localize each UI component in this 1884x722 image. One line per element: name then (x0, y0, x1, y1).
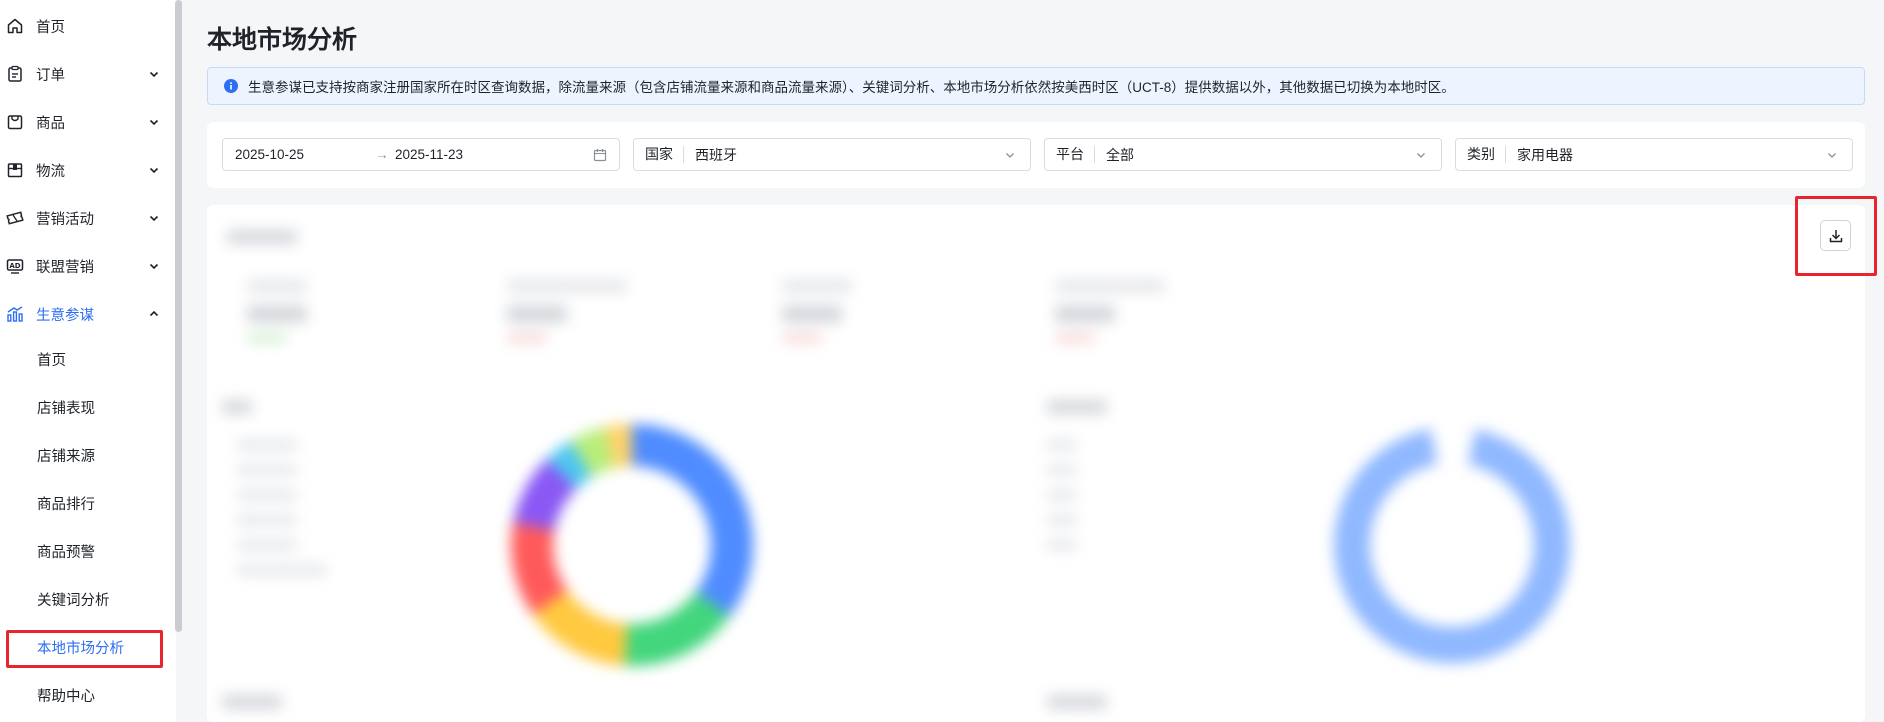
blurred-ring-chart (1334, 427, 1570, 663)
blurred-metric-trend (507, 335, 547, 341)
date-start: 2025-10-25 (235, 147, 305, 162)
sub-item-store-performance[interactable]: 店铺表现 (37, 391, 95, 427)
chevron-down-icon (148, 164, 160, 176)
blurred-legend (1047, 490, 1077, 500)
blurred-metric-trend (782, 335, 822, 341)
nav-label: 首页 (36, 19, 65, 36)
blurred-legend (1047, 515, 1077, 525)
current-item-highlight-box (6, 630, 163, 668)
nav-item-home[interactable]: 首页 (0, 6, 168, 46)
blurred-metric-label (1055, 280, 1165, 292)
blurred-legend (237, 440, 297, 450)
bar-chart-icon (6, 305, 24, 323)
blurred-report-area (207, 205, 1865, 722)
sub-item-product-ranking[interactable]: 商品排行 (37, 487, 95, 523)
nav-label: 物流 (36, 163, 65, 180)
notice-text: 生意参谋已支持按商家注册国家所在时区查询数据，除流量来源（包含店铺流量来源和商品… (248, 80, 1455, 95)
sub-item-store-sources[interactable]: 店铺来源 (37, 439, 95, 475)
chevron-up-icon (148, 308, 160, 320)
nav-item-marketing[interactable]: 营销活动 (0, 198, 168, 238)
nav-item-affiliate[interactable]: AD 联盟营销 (0, 246, 168, 286)
blurred-metric-trend (1055, 335, 1095, 341)
blurred-chart-title (1047, 400, 1107, 414)
logistics-box-icon (6, 161, 24, 179)
home-icon (6, 17, 24, 35)
sub-item-keyword-analysis[interactable]: 关键词分析 (37, 583, 110, 619)
chevron-down-icon (148, 212, 160, 224)
product-bag-icon (6, 113, 24, 131)
country-select[interactable]: 国家 西班牙 (633, 138, 1031, 171)
nav-label: 商品 (36, 115, 65, 132)
nav-item-logistics[interactable]: 物流 (0, 150, 168, 190)
svg-text:AD: AD (9, 262, 20, 270)
platform-select[interactable]: 平台 全部 (1044, 138, 1442, 171)
platform-value: 全部 (1106, 146, 1134, 163)
blurred-metric-label (247, 280, 307, 292)
ticket-icon (6, 209, 24, 227)
country-value: 西班牙 (695, 146, 737, 163)
sub-item-product-alerts[interactable]: 商品预警 (37, 535, 95, 571)
sub-item-help-center[interactable]: 帮助中心 (37, 679, 95, 715)
date-range-picker[interactable]: 2025-10-25 → 2025-11-23 (222, 138, 620, 171)
blurred-metric-label (507, 280, 627, 292)
blurred-chart-title (222, 695, 282, 709)
info-icon (224, 79, 238, 93)
chevron-down-icon (148, 260, 160, 272)
timezone-notice: 生意参谋已支持按商家注册国家所在时区查询数据，除流量来源（包含店铺流量来源和商品… (207, 67, 1865, 105)
ad-icon: AD (6, 257, 24, 275)
blurred-legend (237, 515, 297, 525)
sub-item-home[interactable]: 首页 (37, 343, 66, 379)
blurred-metric-value (1055, 305, 1115, 323)
calendar-icon (593, 148, 607, 162)
blurred-section-title (227, 230, 297, 244)
order-icon (6, 65, 24, 83)
nav-label: 生意参谋 (36, 307, 94, 324)
report-content-card (207, 205, 1865, 722)
blurred-chart-title (222, 400, 252, 414)
blurred-legend (237, 565, 327, 575)
blurred-metric-value (507, 305, 567, 323)
chevron-down-icon (1415, 149, 1427, 161)
nav-item-products[interactable]: 商品 (0, 102, 168, 142)
category-label: 类别 (1456, 146, 1506, 163)
country-label: 国家 (634, 146, 684, 163)
blurred-chart-title (1047, 695, 1107, 709)
blurred-legend (237, 490, 297, 500)
blurred-legend (1047, 540, 1077, 550)
nav-label: 订单 (36, 67, 65, 84)
category-select[interactable]: 类别 家用电器 (1455, 138, 1853, 171)
download-highlight-box (1795, 196, 1877, 276)
filter-bar: 2025-10-25 → 2025-11-23 国家 西班牙 平台 全部 类别 … (207, 122, 1865, 188)
date-end: 2025-11-23 (395, 147, 464, 162)
blurred-legend (1047, 465, 1077, 475)
blurred-legend (237, 540, 297, 550)
platform-label: 平台 (1045, 146, 1095, 163)
sidebar-scrollbar[interactable] (175, 0, 182, 632)
blurred-metric-trend (247, 335, 287, 341)
blurred-legend (1047, 440, 1077, 450)
blurred-metric-value (247, 305, 307, 323)
blurred-legend (237, 465, 297, 475)
date-separator-arrow: → (375, 147, 389, 162)
chevron-down-icon (1004, 149, 1016, 161)
blurred-metric-label (782, 280, 852, 292)
chevron-down-icon (148, 116, 160, 128)
blurred-metric-value (782, 305, 842, 323)
chevron-down-icon (1826, 149, 1838, 161)
sidebar: 首页 订单 商品 物流 营销活动 AD 联盟营销 生意参谋 首页 店铺表现 店铺… (0, 0, 176, 722)
page-title: 本地市场分析 (207, 26, 358, 54)
nav-item-business-advisor[interactable]: 生意参谋 (0, 294, 168, 334)
category-value: 家用电器 (1517, 146, 1573, 163)
blurred-donut-chart (511, 424, 753, 666)
chevron-down-icon (148, 68, 160, 80)
nav-label: 联盟营销 (36, 259, 94, 276)
nav-label: 营销活动 (36, 211, 94, 228)
nav-item-orders[interactable]: 订单 (0, 54, 168, 94)
